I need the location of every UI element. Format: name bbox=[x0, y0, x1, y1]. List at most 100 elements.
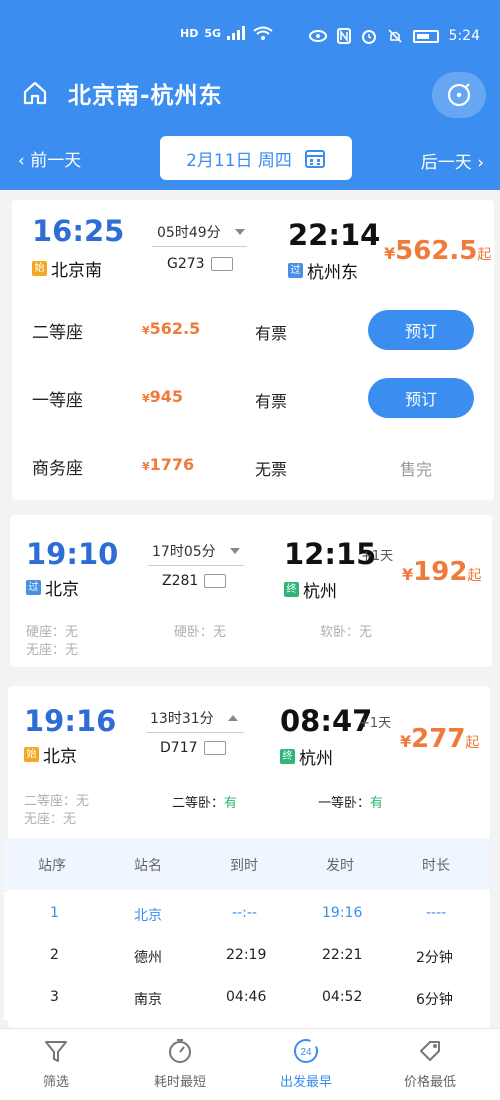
seat-summary-available: 一等卧：有 bbox=[318, 792, 383, 811]
sort-filter-button[interactable]: 筛选 bbox=[6, 1037, 106, 1090]
price-currency: ¥ bbox=[400, 732, 412, 751]
next-day-label: 后一天 bbox=[420, 153, 472, 173]
train-card-z281[interactable]: 19:10 过 北京 17时05分 Z281 12:15 +1天 终 杭州 ¥1… bbox=[10, 515, 492, 667]
min-price: ¥562.5起 bbox=[384, 236, 491, 266]
status-icons: 5:24 bbox=[308, 28, 480, 44]
nav-label: 出发最早 bbox=[279, 1075, 332, 1090]
wifi-icon bbox=[253, 26, 273, 40]
stop-name: 南京 bbox=[134, 992, 162, 1008]
seat-value: 有 bbox=[370, 796, 384, 811]
seat-price-amount: 562.5 bbox=[149, 319, 201, 338]
seat-type: 一等座 bbox=[32, 391, 83, 411]
seat-summary: 软卧：无 bbox=[320, 625, 373, 640]
seat-label: 二等卧： bbox=[172, 796, 225, 811]
eye-icon bbox=[308, 30, 327, 42]
nav-label: 耗时最短 bbox=[153, 1075, 206, 1090]
arrival: 04:46 bbox=[226, 989, 267, 1005]
origin-tag: 始 bbox=[24, 747, 39, 762]
next-day-marker: +1天 bbox=[359, 716, 392, 731]
clock-time: 5:24 bbox=[448, 28, 480, 44]
seat-price-currency: ¥ bbox=[142, 460, 150, 473]
date-picker[interactable]: 2月11日 周四 bbox=[160, 136, 352, 180]
sort-earliest-button[interactable]: 24 出发最早 bbox=[256, 1037, 356, 1090]
book-button[interactable]: 预订 bbox=[368, 310, 474, 350]
seat-price-currency: ¥ bbox=[142, 392, 150, 405]
departure-time: 19:16 bbox=[24, 704, 117, 738]
next-day-button[interactable]: 后一天 › bbox=[421, 148, 484, 173]
sort-cheapest-button[interactable]: 价格最低 bbox=[380, 1037, 480, 1090]
seat-row-business-class: 商务座 ¥1776 无票 售完 bbox=[12, 432, 494, 498]
seat-summary: 二等座：无 bbox=[24, 794, 90, 809]
chevron-right-icon: › bbox=[477, 153, 484, 173]
seat-summary-available: 二等卧：有 bbox=[172, 792, 237, 811]
seat-summary: 硬卧：无 bbox=[174, 625, 227, 640]
nfc-icon bbox=[336, 28, 351, 44]
terminal-tag: 终 bbox=[284, 582, 299, 597]
duration-divider bbox=[148, 565, 244, 566]
hd-indicator: HD bbox=[180, 26, 199, 40]
more-button[interactable] bbox=[432, 72, 486, 118]
nav-label: 价格最低 bbox=[403, 1075, 456, 1090]
svg-text:24: 24 bbox=[300, 1047, 312, 1058]
chevron-down-icon[interactable] bbox=[235, 229, 245, 235]
stop-index: 3 bbox=[50, 989, 59, 1005]
stops-table-header: 站序 站名 到时 发时 时长 bbox=[4, 838, 490, 890]
seat-row-second-class: 二等座 ¥562.5 有票 预订 bbox=[12, 296, 494, 362]
home-icon[interactable] bbox=[22, 80, 48, 106]
price-amount: 277 bbox=[411, 724, 466, 754]
min-price: ¥192起 bbox=[402, 557, 481, 587]
clock-24-icon: 24 bbox=[294, 1039, 318, 1063]
stop-name: 北京 bbox=[134, 908, 162, 924]
departure: 22:21 bbox=[322, 947, 363, 963]
arrival-station: 过 杭州东 bbox=[288, 258, 358, 283]
book-button[interactable]: 预订 bbox=[368, 378, 474, 418]
seat-row-first-class: 一等座 ¥945 有票 预订 bbox=[12, 364, 494, 430]
seat-value: 有 bbox=[224, 796, 238, 811]
signal-icon bbox=[227, 26, 246, 40]
seat-availability: 无票 bbox=[255, 460, 288, 479]
arrival: 22:19 bbox=[226, 947, 267, 963]
filter-icon bbox=[45, 1041, 67, 1062]
price-amount: 562.5 bbox=[395, 236, 478, 266]
id-card-icon bbox=[204, 574, 227, 588]
arrival-station-name: 杭州东 bbox=[307, 263, 358, 283]
departure-station: 始 北京南 bbox=[32, 256, 102, 281]
status-bar: HD 5G 5:24 bbox=[0, 0, 500, 56]
seat-price-amount: 1776 bbox=[149, 455, 195, 474]
page-title: 北京南-杭州东 bbox=[68, 83, 223, 109]
title-bar: 北京南-杭州东 bbox=[0, 62, 500, 122]
date-label: 2月11日 周四 bbox=[186, 150, 292, 171]
chevron-up-icon[interactable] bbox=[228, 715, 238, 721]
train-summary[interactable]: 16:25 始 北京南 05时49分 G273 22:14 过 杭州东 ¥562… bbox=[12, 200, 494, 296]
price-suffix: 起 bbox=[467, 568, 482, 584]
prev-day-button[interactable]: ‹ 前一天 bbox=[18, 146, 81, 171]
departure-station-name: 北京南 bbox=[51, 261, 102, 281]
train-number-label: G273 bbox=[167, 256, 205, 272]
seat-type: 二等座 bbox=[32, 323, 83, 343]
departure-time: 16:25 bbox=[32, 214, 125, 248]
sort-shortest-button[interactable]: 耗时最短 bbox=[130, 1037, 230, 1090]
stay-duration: 2分钟 bbox=[416, 950, 453, 966]
seat-availability: 有票 bbox=[255, 392, 288, 411]
seat-summary: 无座：无 bbox=[26, 643, 79, 658]
seat-price-currency: ¥ bbox=[142, 324, 150, 337]
table-row: 2 德州 22:19 22:21 2分钟 bbox=[4, 934, 490, 978]
id-card-icon bbox=[203, 741, 226, 755]
departure-station-name: 北京 bbox=[45, 580, 79, 600]
departure-time: 19:10 bbox=[26, 537, 119, 571]
column-header: 站序 bbox=[38, 858, 66, 874]
seat-price-amount: 945 bbox=[149, 387, 184, 406]
train-card-g273[interactable]: 16:25 始 北京南 05时49分 G273 22:14 过 杭州东 ¥562… bbox=[12, 200, 494, 500]
table-row: 1 北京 --:-- 19:16 ---- bbox=[4, 892, 490, 936]
sold-out-label: 售完 bbox=[400, 460, 433, 479]
chevron-down-icon[interactable] bbox=[230, 548, 240, 554]
arrival: --:-- bbox=[232, 905, 257, 921]
stop-index: 2 bbox=[50, 947, 59, 963]
table-row: 3 南京 04:46 04:52 6分钟 bbox=[4, 976, 490, 1020]
arrival-station-name: 杭州 bbox=[303, 582, 337, 602]
train-number: Z281 bbox=[162, 573, 227, 589]
price-tag-icon bbox=[420, 1041, 440, 1061]
seat-summary: 硬座：无 bbox=[26, 625, 79, 640]
signal-label: 5G bbox=[204, 26, 222, 40]
more-options-icon bbox=[447, 83, 471, 107]
